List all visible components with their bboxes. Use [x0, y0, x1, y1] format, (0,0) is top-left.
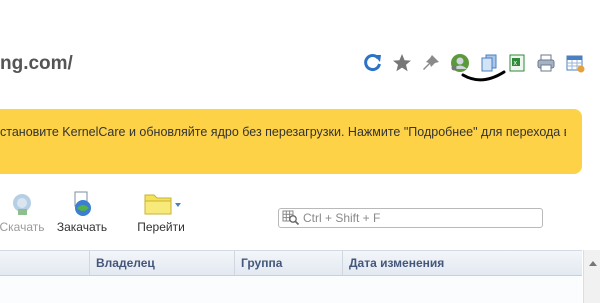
goto-label: Перейти: [137, 220, 185, 234]
kernelcare-notice-banner: становите KernelCare и обновляйте ядро б…: [0, 109, 582, 174]
column-group[interactable]: Группа: [234, 251, 343, 275]
page-url-title: ng.com/: [0, 53, 73, 74]
search-input[interactable]: [303, 210, 533, 226]
svg-text:x: x: [514, 60, 518, 67]
dropdown-arrow-icon[interactable]: [175, 203, 181, 207]
download-icon: [13, 194, 31, 215]
refresh-icon[interactable]: [362, 52, 384, 74]
handdrawn-underline-mark: [461, 70, 506, 82]
folder-icon: [144, 194, 181, 215]
vertical-scrollbar[interactable]: [583, 250, 600, 303]
calendar-settings-icon[interactable]: [564, 52, 586, 74]
window-top-area: [0, 0, 600, 30]
download-button[interactable]: Скачать: [0, 190, 46, 234]
search-grid-icon: [282, 210, 300, 226]
banner-text: становите KernelCare и обновляйте ядро б…: [0, 125, 566, 139]
upload-icon: [74, 191, 91, 216]
star-icon[interactable]: [391, 52, 413, 74]
pin-icon[interactable]: [420, 52, 442, 74]
column-modified-date[interactable]: Дата изменения: [342, 251, 583, 275]
column-owner[interactable]: Владелец: [89, 251, 234, 275]
search-box[interactable]: [278, 208, 543, 228]
file-table-body: [0, 276, 582, 303]
print-icon[interactable]: [535, 52, 557, 74]
file-table-header: Владелец Группа Дата изменения: [0, 250, 582, 276]
upload-button[interactable]: Закачать: [56, 190, 108, 234]
download-label: Скачать: [0, 220, 45, 234]
goto-button[interactable]: Перейти: [134, 190, 188, 234]
scroll-up-arrow-icon[interactable]: [589, 261, 597, 266]
upload-label: Закачать: [56, 220, 108, 234]
